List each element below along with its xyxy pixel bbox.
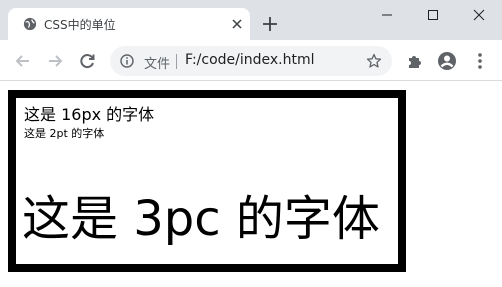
page-viewport: 这是 16px 的字体 这是 2pt 的字体 这是 3pc 的字体 <box>0 82 502 287</box>
close-icon[interactable] <box>230 17 244 31</box>
address-bar[interactable]: 文件 F:/code/index.html <box>110 46 392 76</box>
minimize-button[interactable] <box>364 0 410 30</box>
tab-title: CSS中的单位 <box>44 18 116 32</box>
title-bar: CSS中的单位 <box>0 0 502 40</box>
close-icon <box>473 9 485 21</box>
star-icon[interactable] <box>366 53 382 69</box>
browser-tab[interactable]: CSS中的单位 <box>8 8 250 40</box>
text-16px: 这是 16px 的字体 <box>24 105 155 124</box>
reload-icon[interactable] <box>78 52 96 70</box>
url-text[interactable]: F:/code/index.html <box>185 52 315 68</box>
maximize-button[interactable] <box>410 0 456 30</box>
info-icon[interactable] <box>120 54 134 68</box>
kebab-menu-icon[interactable] <box>470 51 490 71</box>
globe-icon <box>23 17 37 31</box>
maximize-icon <box>428 10 438 20</box>
account-icon[interactable] <box>437 51 457 71</box>
text-3pc: 这是 3pc 的字体 <box>22 191 380 247</box>
close-window-button[interactable] <box>456 0 502 30</box>
puzzle-icon[interactable] <box>405 51 425 71</box>
bordered-box: 这是 16px 的字体 这是 2pt 的字体 这是 3pc 的字体 <box>8 90 406 272</box>
arrow-right-icon[interactable] <box>46 52 64 70</box>
divider <box>176 54 177 69</box>
scheme-label: 文件 <box>144 57 171 72</box>
minimize-icon <box>382 14 392 16</box>
text-2pt: 这是 2pt 的字体 <box>24 127 105 140</box>
arrow-left-icon[interactable] <box>14 52 32 70</box>
browser-toolbar: 文件 F:/code/index.html <box>0 40 502 81</box>
plus-icon[interactable] <box>262 16 278 32</box>
